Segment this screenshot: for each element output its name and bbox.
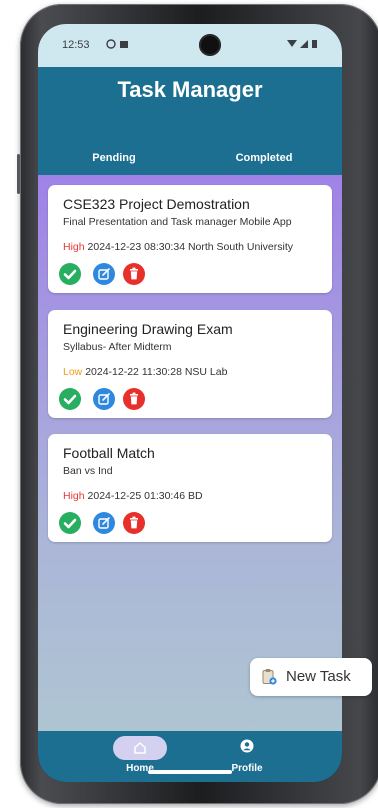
task-card[interactable]: CSE323 Project Demostration Final Presen… [48,185,332,293]
delete-button[interactable] [123,263,145,285]
delete-button[interactable] [123,388,145,410]
complete-button[interactable] [59,263,81,285]
clipboard-icon [260,668,278,690]
camera-cutout [199,34,221,56]
trash-icon [130,392,138,405]
status-notification-icons [106,38,132,53]
task-card[interactable]: Engineering Drawing Exam Syllabus- After… [48,310,332,418]
task-datetime: 2024-12-22 11:30:28 [85,366,182,378]
check-icon [63,518,77,529]
edit-icon [98,517,110,529]
nav-home[interactable] [113,736,167,760]
complete-button[interactable] [59,512,81,534]
nav-profile-label[interactable]: Profile [227,763,267,774]
task-description: Final Presentation and Task manager Mobi… [63,216,292,228]
signal-battery-icon [287,40,317,48]
edit-button[interactable] [93,263,115,285]
app-bar: Task Manager Pending Completed [38,67,342,175]
task-location: BD [187,490,203,502]
task-datetime: 2024-12-25 01:30:46 [87,490,186,502]
task-meta: High 2024-12-23 08:30:34 North South Uni… [63,241,293,253]
complete-button[interactable] [59,388,81,410]
task-title: Football Match [63,445,155,461]
task-priority: High [63,241,85,253]
task-description: Ban vs Ind [63,465,113,477]
check-icon [63,394,77,405]
task-meta: Low 2024-12-22 11:30:28 NSU Lab [63,366,227,378]
status-bar: 12:53 [38,24,342,67]
task-description: Syllabus- After Midterm [63,341,172,353]
tab-pending[interactable]: Pending [38,152,190,164]
task-list: CSE323 Project Demostration Final Presen… [38,175,342,731]
tab-completed[interactable]: Completed [188,152,340,164]
task-meta: High 2024-12-25 01:30:46 BD [63,490,203,502]
home-indicator[interactable] [148,770,232,774]
volume-button [17,154,20,194]
task-location: NSU Lab [184,366,228,378]
task-priority: Low [63,366,83,378]
check-icon [63,269,77,280]
trash-icon [130,267,138,280]
bottom-nav: Home Profile [38,731,342,782]
status-time: 12:53 [62,39,90,51]
task-location: North South University [187,241,293,253]
app-title: Task Manager [117,77,263,102]
new-task-label: New Task [286,668,351,685]
edit-button[interactable] [93,512,115,534]
nav-profile[interactable] [240,739,254,758]
home-icon [134,742,146,754]
task-datetime: 2024-12-23 08:30:34 [87,241,186,253]
edit-icon [98,393,110,405]
edit-button[interactable] [93,388,115,410]
notification-icon [106,39,128,49]
task-title: Engineering Drawing Exam [63,321,233,337]
task-priority: High [63,490,85,502]
task-title: CSE323 Project Demostration [63,196,250,212]
trash-icon [130,516,138,529]
new-task-fab[interactable]: New Task [250,658,372,696]
profile-icon [240,739,254,753]
task-card[interactable]: Football Match Ban vs Ind High 2024-12-2… [48,434,332,542]
edit-icon [98,268,110,280]
status-system-icons [286,38,320,53]
delete-button[interactable] [123,512,145,534]
